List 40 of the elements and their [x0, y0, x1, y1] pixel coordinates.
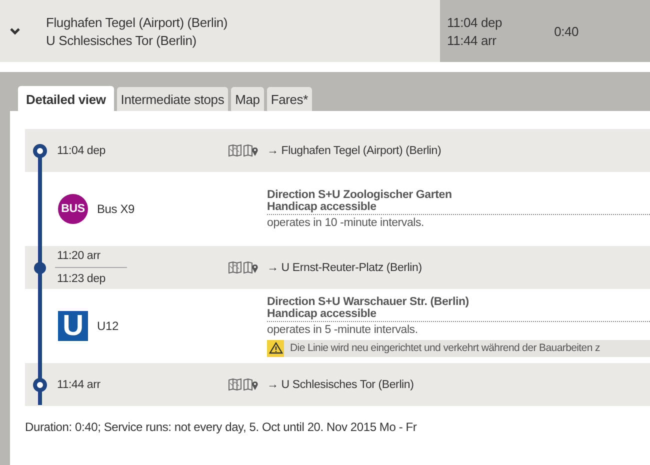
origin-station: Flughafen Tegel (Airport) (Berlin)	[46, 14, 228, 30]
map-pin-icon[interactable]	[243, 261, 259, 274]
tab[interactable]: Fares*	[266, 87, 312, 111]
tab[interactable]: Detailed view	[18, 86, 114, 111]
chevron-down-icon[interactable]	[10, 28, 20, 34]
tab[interactable]: Intermediate stops	[116, 87, 228, 111]
stop-name: → U Schlesisches Tor (Berlin)	[267, 378, 414, 390]
departure-time: 11:04 dep	[447, 14, 502, 30]
service-info-text: Duration: 0:40; Service runs: not every day, 5. Oct until 20. Nov 2015 Mo - Fr	[25, 420, 418, 434]
map-icon[interactable]	[228, 144, 242, 157]
stop-marker-icon	[34, 262, 46, 274]
tab[interactable]: Map	[231, 87, 264, 111]
stop-name: → U Ernst-Reuter-Platz (Berlin)	[267, 262, 422, 274]
stop-marker-icon	[33, 378, 47, 392]
line-name: Bus X9	[97, 202, 134, 216]
accessibility-text: Handicap accessible	[267, 201, 650, 215]
interval-text: operates in 10 -minute intervals.	[267, 217, 426, 229]
direction-text: Direction S+U Zoologischer Garten	[267, 189, 453, 201]
connection-summary[interactable]: Flughafen Tegel (Airport) (Berlin) U Schlesisches Tor (Berlin) 11:04 dep 11:44 arr 0:40	[0, 0, 650, 62]
map-icon[interactable]	[228, 378, 242, 391]
map-icon[interactable]	[228, 261, 242, 274]
stop-time: 11:04 dep	[57, 144, 107, 156]
arrival-time: 11:44 arr	[447, 32, 498, 48]
duration-text: 0:40	[554, 24, 579, 38]
stop-time: 11:44 arr	[57, 378, 102, 390]
destination-station: U Schlesisches Tor (Berlin)	[46, 32, 198, 48]
bus-icon: BUS	[58, 194, 88, 224]
map-pin-icon[interactable]	[243, 144, 259, 157]
stop-marker-icon	[33, 144, 47, 158]
line-name: U12	[97, 319, 118, 333]
stop-time: 11:23 dep	[57, 273, 107, 285]
subway-icon: U	[58, 311, 88, 341]
stop-name: → Flughafen Tegel (Airport) (Berlin)	[267, 144, 442, 156]
notice-text: Die Linie wird neu eingerichtet und verkehrt während der Bauarbeiten z	[290, 342, 600, 354]
direction-text: Direction S+U Warschauer Str. (Berlin)	[267, 296, 470, 308]
accessibility-text: Handicap accessible	[267, 308, 650, 322]
map-pin-icon[interactable]	[243, 378, 259, 391]
warning-icon	[267, 340, 284, 356]
interval-text: operates in 5 -minute intervals.	[267, 324, 419, 336]
stop-time: 11:20 arr	[57, 250, 102, 262]
